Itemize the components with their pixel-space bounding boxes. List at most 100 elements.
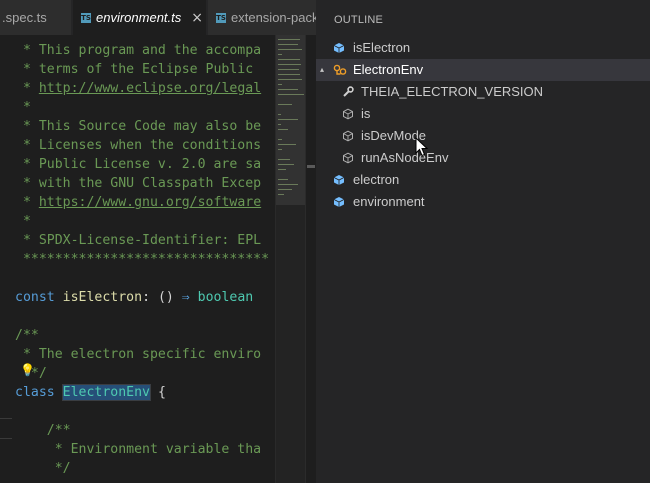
typescript-file-icon: TS [81,12,91,23]
code-line: * This program and the accompa [15,41,261,60]
code-line: * Public License v. 2.0 are sa [15,155,261,174]
outline-item-isdevmode[interactable]: isDevMode [316,125,650,147]
minimap-line [278,179,288,180]
minimap-line [278,39,300,40]
scrollbar-thumb[interactable] [307,165,315,168]
code-line: * Licenses when the conditions [15,136,261,155]
code-token: * The electron specific enviro [15,347,262,362]
code-line: ******************************* [15,250,269,269]
tab-spec[interactable]: .spec.ts [0,0,72,35]
code-token: ElectronEnv [61,384,152,401]
variable-icon [333,42,347,56]
minimap-line [278,129,288,130]
outline-item-is[interactable]: is [316,103,650,125]
minimap-line [278,49,302,50]
minimap-line [278,194,284,195]
minimap-line [278,124,281,125]
code-line: class ElectronEnv { [15,383,166,402]
lightbulb-icon[interactable]: 💡 [20,363,35,377]
code-line: * SPDX-License-Identifier: EPL [15,231,261,250]
outline-item-environment[interactable]: environment [316,191,650,213]
minimap-line [278,189,292,190]
outline-item-runasnodeenv[interactable]: runAsNodeEnv [316,147,650,169]
outline-item-label: environment [353,194,425,209]
outline-item-electronenv[interactable]: ▴ ElectronEnv [316,59,650,81]
minimap-line [278,74,300,75]
outline-item-theia-electron-version[interactable]: THEIA_ELECTRON_VERSION [316,81,650,103]
code-token: ******************************* [15,252,270,267]
outline-panel: OUTLINE isElectron ▴ ElectronEnv THEIA_ELEC… [316,0,650,483]
outline-item-label: runAsNodeEnv [361,150,449,165]
method-icon [342,130,356,144]
code-token: { [150,385,166,400]
line-highlight-marker [0,418,12,439]
minimap[interactable] [275,35,306,483]
code-line: * terms of the Eclipse Public [15,60,261,79]
class-icon [333,64,347,78]
outline-item-iselectron[interactable]: isElectron [316,37,650,59]
minimap-line [278,79,302,80]
code-token: */ [15,461,71,476]
code-token: * [15,214,31,229]
code-token: const [15,290,55,305]
tab-extension-pack[interactable]: TS extension-pack [208,0,316,35]
minimap-line [278,54,282,55]
minimap-line [278,149,282,150]
outline-item-label: THEIA_ELECTRON_VERSION [361,84,544,99]
method-icon [342,152,356,166]
outline-item-electron[interactable]: electron [316,169,650,191]
chevron-down-icon[interactable]: ▴ [320,59,324,81]
minimap-line [278,169,286,170]
outline-item-label: electron [353,172,400,187]
code-line: */ [15,459,71,478]
minimap-line [278,139,282,140]
code-token: /** [15,328,39,343]
code-line: * Environment variable tha [15,440,261,459]
property-icon [342,86,356,100]
outline-item-label: isElectron [353,40,411,55]
tab-label: extension-pack [231,10,316,25]
tab-environment[interactable]: TS environment.ts × [73,0,207,35]
code-token: * [15,195,39,210]
code-line: * This Source Code may also be [15,117,261,136]
minimap-line [278,94,304,95]
minimap-line [278,144,296,145]
code-editor[interactable]: * This program and the accompa * terms o… [0,35,275,483]
code-line: const isElectron: () ⇒ boolean [15,288,253,307]
minimap-line [278,59,300,60]
code-token: * terms of the Eclipse Public [15,62,262,77]
code-token: boolean [197,290,254,305]
code-token: /** [15,423,71,438]
outline-item-label: ElectronEnv [353,62,424,77]
method-icon [342,108,356,122]
code-token[interactable]: https://www.gnu.org/software [39,195,261,210]
code-token: * with the GNU Classpath Excep [15,176,262,191]
editor-tab-bar: .spec.ts TS environment.ts × TS extensio… [0,0,316,35]
code-line: * with the GNU Classpath Excep [15,174,261,193]
mouse-cursor-icon [415,137,429,157]
code-token: : () [142,290,182,305]
code-token: * This Source Code may also be [15,119,262,134]
minimap-line [278,164,294,165]
variable-icon [333,174,347,188]
code-token: * This program and the accompa [15,43,262,58]
outline-title: OUTLINE [334,14,384,26]
code-token: * Licenses when the conditions [15,138,262,153]
code-token: * [15,81,39,96]
minimap-line [278,89,298,90]
close-icon[interactable]: × [191,10,203,26]
code-token: * Environment variable tha [15,442,262,457]
code-token[interactable]: http://www.eclipse.org/legal [39,81,261,96]
code-line: * [15,98,31,117]
outline-item-label: is [361,106,371,121]
editor-scrollbar[interactable] [305,35,316,483]
minimap-line [278,84,282,85]
variable-icon [333,196,347,210]
minimap-line [278,69,299,70]
code-line: * The electron specific enviro [15,345,261,364]
tab-label: .spec.ts [2,10,47,25]
code-token: * Public License v. 2.0 are sa [15,157,262,172]
